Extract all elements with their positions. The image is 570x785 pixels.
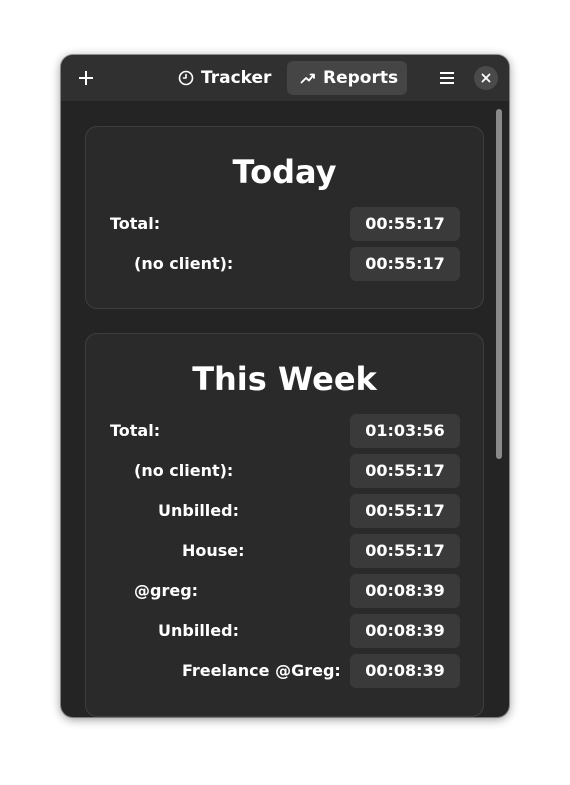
row-value: 00:55:17 — [350, 247, 460, 281]
row-value: 00:55:17 — [350, 207, 460, 241]
tab-tracker-label: Tracker — [201, 68, 272, 88]
today-row-no-client: (no client): 00:55:17 — [86, 247, 483, 281]
row-label: Total: — [110, 421, 161, 440]
week-row-greg-unbilled: Unbilled: 00:08:39 — [86, 614, 483, 648]
add-button[interactable] — [70, 62, 102, 94]
week-row-greg: @greg: 00:08:39 — [86, 574, 483, 608]
row-label: Freelance @Greg: — [182, 661, 341, 680]
today-card: Today Total: 00:55:17 (no client): 00:55… — [85, 126, 484, 309]
week-row-total: Total: 01:03:56 — [86, 414, 483, 448]
row-label: (no client): — [134, 254, 234, 273]
week-row-unbilled: Unbilled: 00:55:17 — [86, 494, 483, 528]
clock-icon — [178, 70, 194, 86]
row-value: 00:55:17 — [350, 534, 460, 568]
row-value: 01:03:56 — [350, 414, 460, 448]
row-label: Unbilled: — [158, 501, 239, 520]
reports-content[interactable]: Today Total: 00:55:17 (no client): 00:55… — [61, 101, 509, 717]
row-label: Total: — [110, 214, 161, 233]
plus-icon — [79, 71, 93, 85]
close-icon — [481, 73, 491, 83]
main-menu-button[interactable] — [431, 62, 463, 94]
row-label: @greg: — [134, 581, 199, 600]
row-label: (no client): — [134, 461, 234, 480]
week-row-no-client: (no client): 00:55:17 — [86, 454, 483, 488]
row-label: House: — [182, 541, 245, 560]
week-row-freelance-greg: Freelance @Greg: 00:08:39 — [86, 654, 483, 688]
close-button[interactable] — [474, 66, 498, 90]
headerbar: Tracker Reports — [61, 55, 509, 101]
row-value: 00:08:39 — [350, 654, 460, 688]
this-week-title: This Week — [192, 360, 377, 398]
week-row-house: House: 00:55:17 — [86, 534, 483, 568]
tab-reports-label: Reports — [323, 68, 399, 88]
reports-window: Tracker Reports Today Total: 00:55:17 (n… — [61, 55, 509, 717]
hamburger-menu-icon — [440, 72, 454, 84]
row-value: 00:08:39 — [350, 574, 460, 608]
row-value: 00:55:17 — [350, 494, 460, 528]
vertical-scrollbar[interactable] — [496, 109, 502, 459]
row-label: Unbilled: — [158, 621, 239, 640]
chart-trend-icon — [300, 70, 316, 86]
row-value: 00:55:17 — [350, 454, 460, 488]
this-week-card: This Week Total: 01:03:56 (no client): 0… — [85, 333, 484, 717]
tab-reports[interactable]: Reports — [287, 61, 407, 95]
row-value: 00:08:39 — [350, 614, 460, 648]
today-title: Today — [232, 153, 337, 191]
tab-tracker[interactable]: Tracker — [165, 61, 283, 95]
today-row-total: Total: 00:55:17 — [86, 207, 483, 241]
